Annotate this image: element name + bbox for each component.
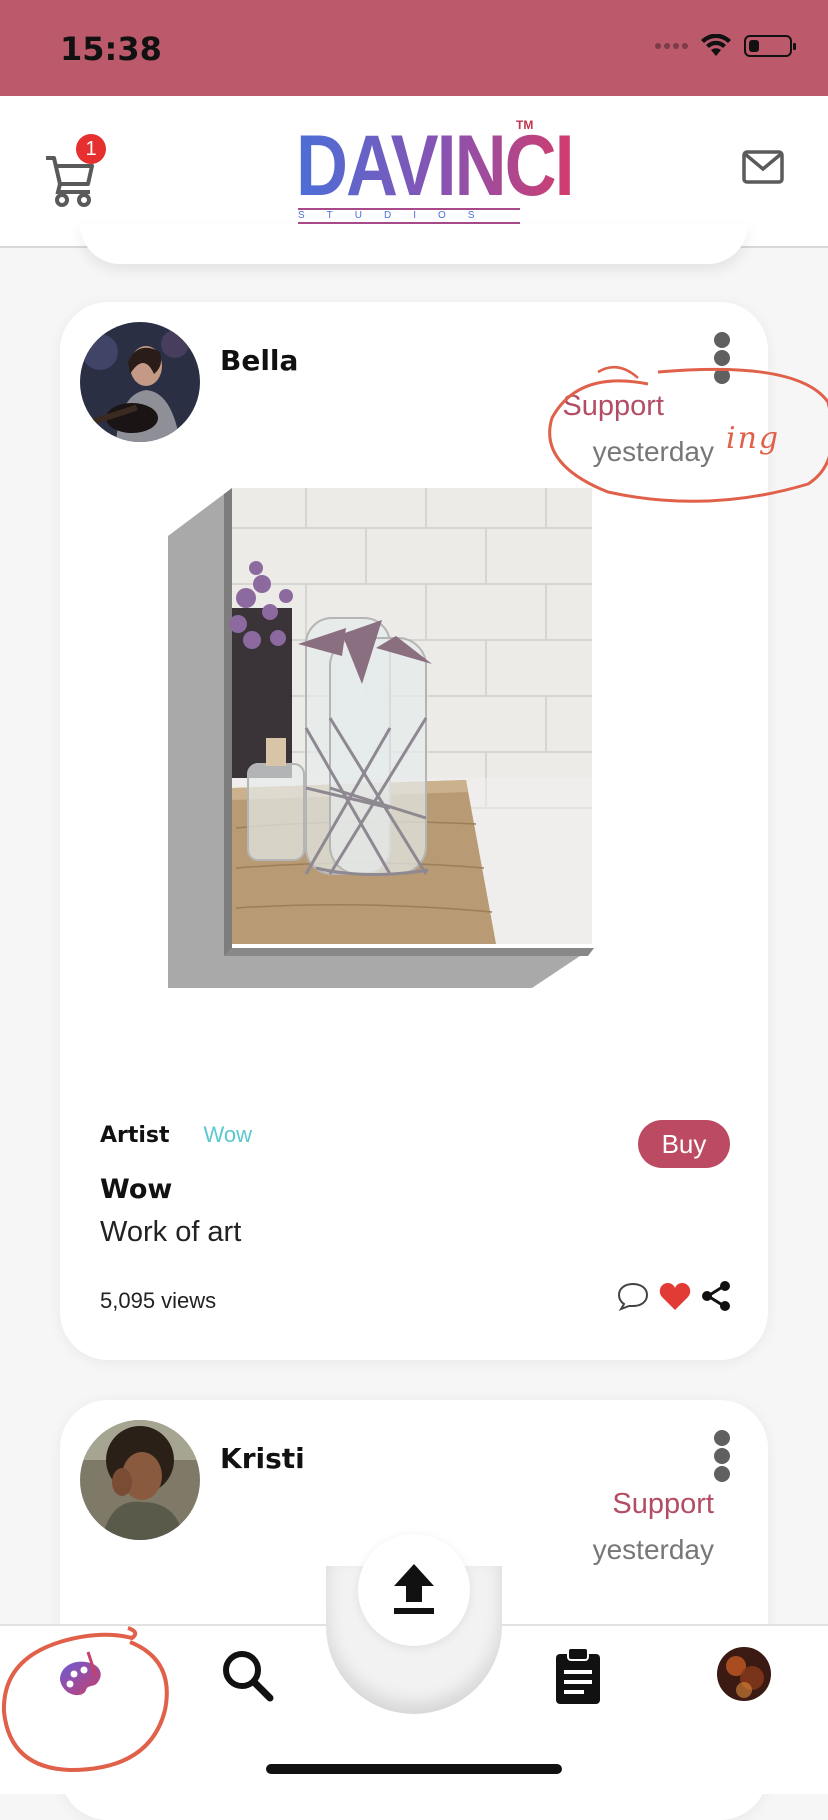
battery-level [749,40,759,52]
status-time: 15:38 [60,30,162,68]
support-button[interactable]: Support [562,390,714,423]
battery-icon [744,35,796,57]
avatar[interactable] [80,1420,200,1540]
nav-profile-button[interactable] [716,1646,776,1706]
support-label: Support [562,390,664,422]
mail-icon[interactable] [742,150,784,184]
more-options-icon[interactable] [714,332,730,384]
avatar[interactable] [80,322,200,442]
logo-subtitle: STUDIOS [298,208,520,224]
comment-icon[interactable] [616,1280,650,1312]
post-actions [616,1280,732,1312]
nav-search-button[interactable] [218,1646,278,1706]
post-username[interactable]: Bella [220,344,298,377]
nav-orders-button[interactable] [552,1646,612,1706]
cart-badge: 1 [76,134,106,164]
buy-button[interactable]: Buy [638,1120,730,1168]
nav-home-button[interactable] [52,1646,112,1706]
logo-text: DAVINCI [296,118,575,214]
post-card: Bella Support yesterday ing Artist Wow B… [60,302,828,1360]
artwork-title: Wow [100,1174,173,1205]
post-time: yesterday [592,436,714,467]
status-icons [655,34,796,58]
artist-row: Artist Wow [100,1122,252,1148]
davinci-studios-logo: DAVINCI TM STUDIOS [296,118,575,230]
status-bar: 15:38 [0,0,828,96]
profile-avatar [717,1647,771,1701]
cart-button[interactable]: 1 [44,134,108,207]
cellular-signal-icon [655,43,688,49]
upload-icon [394,1564,434,1614]
artwork-image[interactable] [166,488,666,1088]
heart-icon[interactable] [658,1280,692,1312]
logo-trademark: TM [516,118,534,132]
post-time: yesterday [592,1534,714,1565]
upload-button[interactable] [358,1534,470,1646]
artist-label: Artist [100,1123,170,1148]
wifi-icon [701,34,731,56]
annotation-text: ing [726,421,780,456]
artwork-description: Work of art [100,1216,242,1248]
home-indicator [266,1764,562,1774]
share-icon[interactable] [700,1280,732,1312]
more-options-icon[interactable] [714,1430,730,1482]
view-count: 5,095 views [100,1288,217,1313]
post-username[interactable]: Kristi [220,1442,305,1475]
clipboard-icon [556,1647,600,1704]
art-palette-icon [60,1651,101,1696]
support-button[interactable]: Support [612,1488,714,1521]
search-icon [223,1651,274,1702]
previous-post-card [80,224,748,264]
handwritten-annotation: ing [548,365,828,503]
artist-name-link[interactable]: Wow [204,1122,253,1148]
